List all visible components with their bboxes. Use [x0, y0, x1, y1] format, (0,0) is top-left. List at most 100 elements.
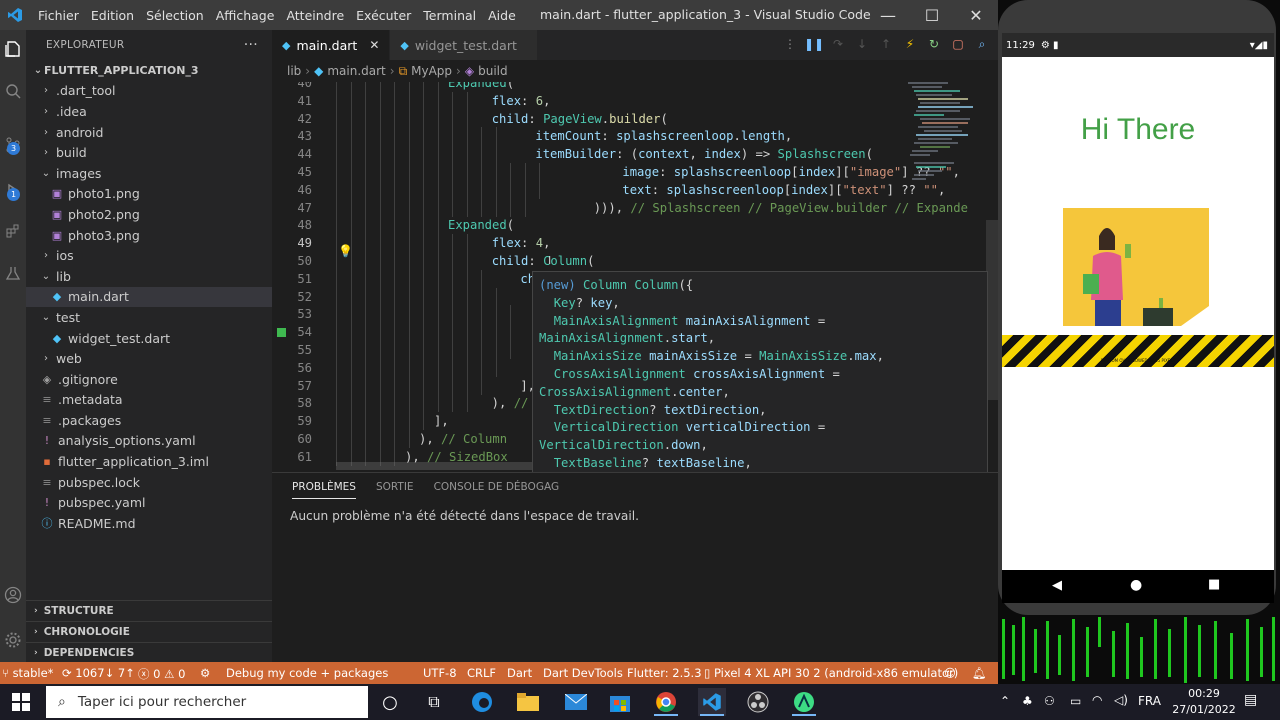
problems-status[interactable]: ⓧ 0 ⚠ 0: [138, 666, 185, 682]
tree-item-images[interactable]: ⌄ images: [26, 163, 272, 184]
tray-display-icon[interactable]: ▭: [1070, 694, 1081, 708]
devtools-status[interactable]: Dart DevTools: [543, 666, 623, 680]
tree-item-packages[interactable]: ≡ .packages: [26, 410, 272, 431]
wifi-icon[interactable]: ◠: [1092, 693, 1102, 707]
debug-status[interactable]: ⚙ Debug my code + packages: [200, 666, 388, 680]
menu-executer[interactable]: Exécuter: [350, 8, 417, 23]
tray-people-icon[interactable]: ⚇: [1044, 694, 1055, 708]
hot-reload-icon[interactable]: ⚡: [902, 36, 918, 52]
tab-console-debogage[interactable]: CONSOLE DE DÉBOGAG: [434, 481, 560, 499]
nav-home-icon[interactable]: ●: [1130, 577, 1142, 593]
breadcrumb-lib[interactable]: lib: [287, 64, 301, 78]
chrome-icon[interactable]: [652, 688, 680, 716]
menu-selection[interactable]: Sélection: [140, 8, 210, 23]
tree-item-test[interactable]: ⌄ test: [26, 307, 272, 328]
nav-back-icon[interactable]: ◀: [1052, 578, 1062, 593]
tree-item-pubspec-yaml[interactable]: ! pubspec.yaml: [26, 492, 272, 513]
pause-icon[interactable]: ❚❚: [804, 36, 824, 52]
menu-terminal[interactable]: Terminal: [417, 8, 482, 23]
edge-icon[interactable]: [468, 688, 496, 716]
tab-close-icon[interactable]: ✕: [369, 38, 379, 52]
maximize-icon[interactable]: ☐: [910, 0, 954, 30]
tree-item-pubspec-lock[interactable]: ≡ pubspec.lock: [26, 472, 272, 493]
more-actions-icon[interactable]: ···: [244, 37, 258, 53]
cortana-icon[interactable]: ○: [376, 688, 404, 716]
restart-icon[interactable]: ↻: [926, 36, 942, 52]
tree-item-lib[interactable]: ⌄ lib: [26, 266, 272, 287]
vscode-taskbar-icon[interactable]: [698, 688, 726, 716]
breadcrumb-class[interactable]: MyApp: [411, 64, 452, 78]
step-out-icon[interactable]: ↑: [878, 36, 894, 52]
tray-chevron-icon[interactable]: ⌃: [1000, 694, 1010, 708]
tree-item-photo2-png[interactable]: ▣ photo2.png: [26, 204, 272, 225]
search-icon[interactable]: [0, 76, 26, 106]
breadcrumb-file[interactable]: main.dart: [327, 64, 385, 78]
account-icon[interactable]: [0, 580, 26, 610]
tree-item-analysis-options-yaml[interactable]: ! analysis_options.yaml: [26, 431, 272, 452]
step-over-icon[interactable]: ↷: [830, 36, 846, 52]
tree-item-android[interactable]: › android: [26, 122, 272, 143]
menu-affichage[interactable]: Affichage: [210, 8, 281, 23]
breadcrumb-method[interactable]: build: [478, 64, 508, 78]
devtools-search-icon[interactable]: ⌕: [974, 36, 990, 52]
tab-main-dart[interactable]: ◆ main.dart ✕: [272, 30, 391, 60]
step-into-icon[interactable]: ↓: [854, 36, 870, 52]
volume-icon[interactable]: ◁): [1114, 693, 1128, 707]
tree-item-main-dart[interactable]: ◆ main.dart: [26, 286, 272, 308]
flask-icon[interactable]: [0, 258, 26, 288]
tree-item-metadata[interactable]: ≡ .metadata: [26, 390, 272, 411]
minimize-icon[interactable]: —: [866, 0, 910, 30]
store-icon[interactable]: [606, 688, 634, 716]
lightbulb-icon[interactable]: 💡: [338, 244, 353, 258]
menu-fichier[interactable]: Fichier: [32, 8, 85, 23]
nav-recents-icon[interactable]: ■: [1208, 577, 1220, 592]
windows-start-icon[interactable]: [12, 693, 30, 714]
eol-status[interactable]: CRLF: [467, 666, 496, 680]
source-control-icon[interactable]: 3: [0, 130, 26, 160]
tree-item-build[interactable]: › build: [26, 142, 272, 163]
task-view-icon[interactable]: ⧉: [420, 688, 448, 716]
taskbar-search[interactable]: ⌕ Taper ici pour rechercher: [46, 686, 368, 718]
stop-icon[interactable]: ▢: [950, 36, 966, 52]
phone-screen[interactable]: 11:29 ⚙ ▮ ▾◢▮ Hi There BOTTOM OVERFLOWED…: [1002, 33, 1274, 603]
tree-item-dart-tool[interactable]: › .dart_tool: [26, 81, 272, 102]
tree-item-idea[interactable]: › .idea: [26, 101, 272, 122]
branch-status[interactable]: ⑂ stable*: [2, 666, 53, 680]
input-language[interactable]: FRA: [1138, 694, 1161, 708]
tree-item-photo1-png[interactable]: ▣ photo1.png: [26, 184, 272, 205]
close-icon[interactable]: ✕: [954, 0, 998, 30]
tree-item-web[interactable]: › web: [26, 348, 272, 369]
clock[interactable]: 00:29 27/01/2022: [1172, 686, 1236, 718]
menu-atteindre[interactable]: Atteindre: [280, 8, 350, 23]
sync-status[interactable]: ⟳ 1067↓ 7↑: [62, 666, 135, 680]
section-dependencies[interactable]: › DEPENDENCIES: [26, 642, 272, 662]
section-structure[interactable]: › STRUCTURE: [26, 600, 272, 620]
language-status[interactable]: Dart: [507, 666, 532, 680]
tree-item-gitignore[interactable]: ◈ .gitignore: [26, 369, 272, 390]
device-status[interactable]: ▯ Pixel 4 XL API 30 2 (android-x86 emula…: [704, 666, 958, 680]
tab-problemes[interactable]: PROBLÈMES: [292, 481, 356, 499]
settings-gear-icon[interactable]: [0, 625, 26, 655]
horizontal-scrollbar[interactable]: [336, 462, 536, 470]
extensions-icon[interactable]: [0, 216, 26, 246]
tree-item-widget-test-dart[interactable]: ◆ widget_test.dart: [26, 328, 272, 349]
project-root[interactable]: ⌄ FLUTTER_APPLICATION_3: [26, 60, 272, 81]
run-debug-icon[interactable]: 1: [0, 176, 26, 206]
section-chronologie[interactable]: › CHRONOLOGIE: [26, 621, 272, 641]
obs-icon[interactable]: [744, 688, 772, 716]
tray-app-icon[interactable]: ♣: [1022, 694, 1033, 708]
menu-edition[interactable]: Edition: [85, 8, 140, 23]
tree-item-flutter-application-3-iml[interactable]: ▪ flutter_application_3.iml: [26, 451, 272, 472]
drag-handle-icon[interactable]: ⋮: [782, 36, 798, 52]
file-explorer-icon[interactable]: [514, 688, 542, 716]
notifications-bell-icon[interactable]: 🔔︎: [972, 666, 987, 680]
encoding-status[interactable]: UTF-8: [423, 666, 457, 680]
explorer-icon[interactable]: [0, 34, 26, 64]
feedback-icon[interactable]: ☺: [944, 666, 956, 680]
tree-item-ios[interactable]: › ios: [26, 245, 272, 266]
notification-center-icon[interactable]: ▤: [1244, 692, 1257, 708]
tab-sortie[interactable]: SORTIE: [376, 481, 414, 499]
mail-icon[interactable]: [562, 688, 590, 716]
menu-aide[interactable]: Aide: [482, 8, 522, 23]
flutter-version-status[interactable]: Flutter: 2.5.3: [627, 666, 702, 680]
